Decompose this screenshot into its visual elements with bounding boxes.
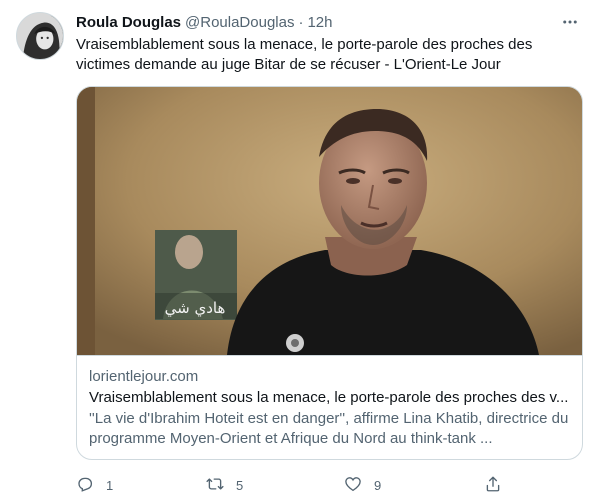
reply-button[interactable]: 1 bbox=[76, 475, 113, 496]
card-description: ''La vie d'Ibrahim Hoteit est en danger'… bbox=[89, 410, 569, 447]
tweet-header: Roula Douglas @RoulaDouglas · 12h bbox=[76, 12, 333, 32]
background-poster: ﻫﺎدي ﺷﻲ bbox=[155, 230, 237, 320]
link-card[interactable]: ﻫﺎدي ﺷﻲ lorientlejour.com Vraisemblablem… bbox=[76, 86, 583, 460]
tweet-timestamp[interactable]: 12h bbox=[307, 14, 332, 31]
like-icon bbox=[344, 475, 362, 496]
poster-text: ﻫﺎدي ﺷﻲ bbox=[165, 299, 226, 318]
reply-count: 1 bbox=[106, 478, 114, 493]
tweet-actions: 1 5 9 bbox=[76, 470, 506, 498]
share-icon bbox=[484, 475, 502, 496]
tweet[interactable]: Roula Douglas @RoulaDouglas · 12h Vraise… bbox=[0, 0, 598, 504]
card-domain: lorientlejour.com bbox=[89, 368, 199, 385]
retweet-icon bbox=[206, 475, 224, 496]
avatar[interactable] bbox=[16, 12, 64, 60]
more-options-icon[interactable] bbox=[560, 12, 580, 32]
separator-dot: · bbox=[298, 13, 304, 31]
author-handle[interactable]: @RoulaDouglas bbox=[185, 14, 294, 31]
card-image[interactable]: ﻫﺎدي ﺷﻲ bbox=[77, 87, 582, 355]
card-title: Vraisemblablement sous la menace, le por… bbox=[89, 389, 569, 406]
reply-icon bbox=[76, 475, 94, 496]
like-count: 9 bbox=[374, 478, 382, 493]
card-body[interactable]: lorientlejour.com Vraisemblablement sous… bbox=[77, 355, 582, 459]
retweet-count: 5 bbox=[236, 478, 244, 493]
tweet-text: Vraisemblablement sous la menace, le por… bbox=[76, 36, 533, 73]
like-button[interactable]: 9 bbox=[344, 475, 381, 496]
author-name[interactable]: Roula Douglas bbox=[76, 14, 181, 31]
share-button[interactable] bbox=[484, 475, 502, 496]
retweet-button[interactable]: 5 bbox=[206, 475, 243, 496]
